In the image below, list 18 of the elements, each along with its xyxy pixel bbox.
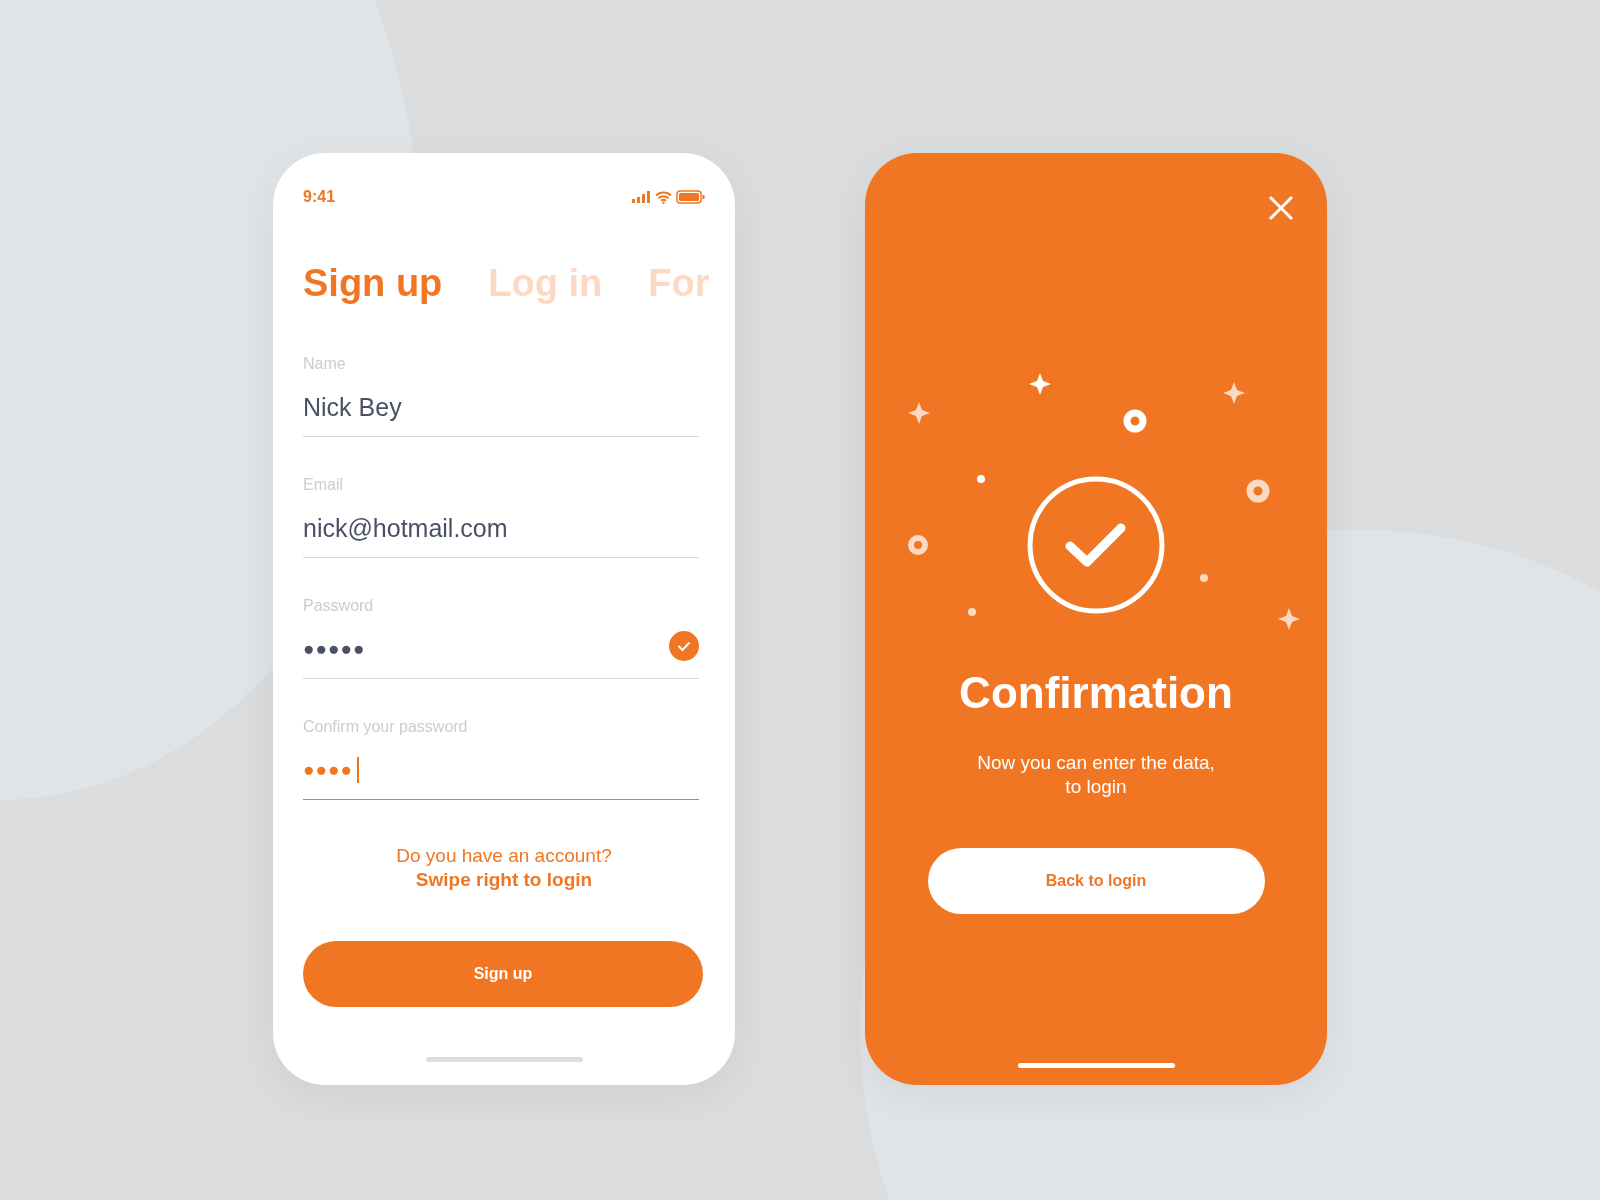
confirmation-title: Confirmation — [959, 667, 1233, 719]
login-link[interactable]: Swipe right to login — [415, 869, 593, 890]
tab[interactable]: Sign up — [303, 260, 443, 306]
password-dots: ●●●● — [303, 758, 353, 782]
account-question: Do you have an account? — [395, 844, 613, 868]
field-value: Nick Bey — [303, 392, 402, 423]
battery-icon — [676, 190, 705, 204]
status-time: 9:41 — [303, 187, 336, 207]
confirmation-message: Now you can enter the data, to login — [977, 751, 1215, 799]
password-dots: ●●●●● — [303, 637, 366, 661]
close-button[interactable] — [1268, 195, 1294, 221]
wifi-icon — [655, 190, 672, 204]
check-circle-icon — [1027, 476, 1165, 614]
signup-button[interactable]: Sign up — [303, 941, 703, 1007]
text-cursor — [356, 757, 359, 783]
signal-icon — [632, 191, 651, 203]
back-to-login-button[interactable]: Back to login — [927, 848, 1265, 914]
field-value: nick@hotmail.com — [303, 513, 508, 544]
